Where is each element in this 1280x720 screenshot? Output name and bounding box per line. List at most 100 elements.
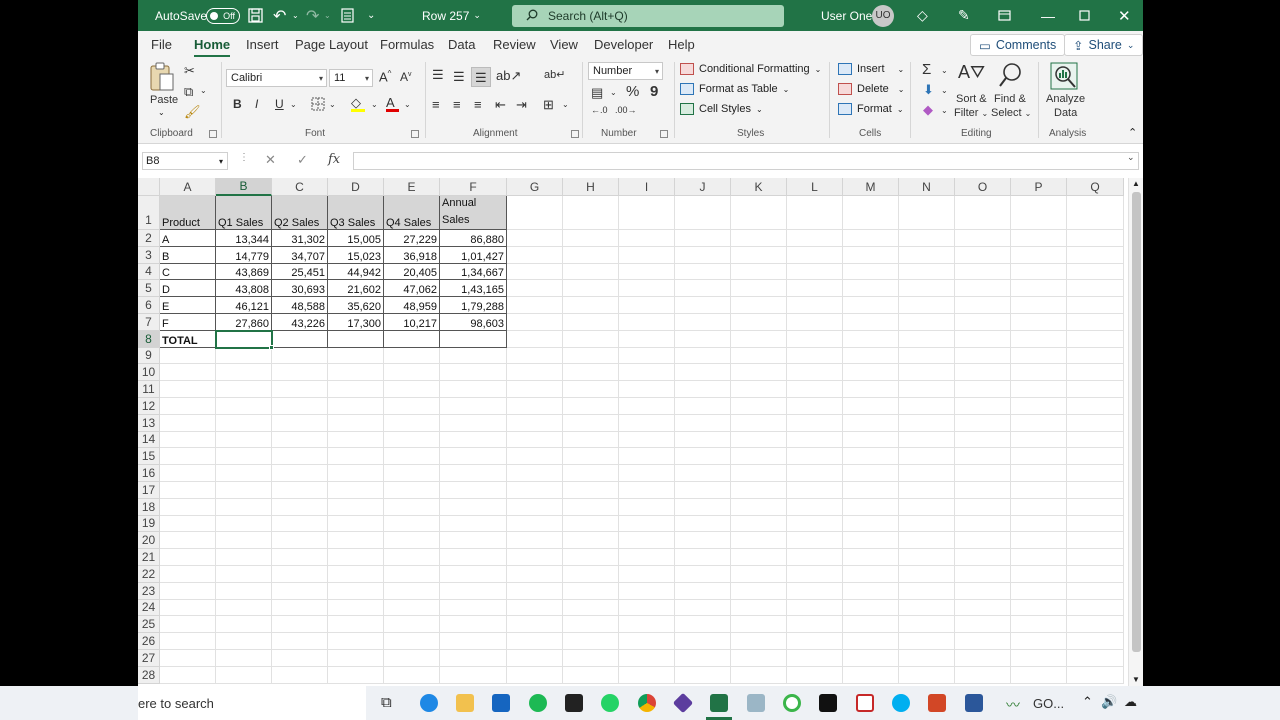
grid-cell[interactable] <box>843 448 899 466</box>
row-header[interactable]: 6 <box>138 297 160 314</box>
grid-cell[interactable] <box>787 297 843 314</box>
align-bottom-icon[interactable]: ☰ <box>471 67 491 87</box>
grid-cell[interactable] <box>731 498 787 516</box>
grid-cell[interactable] <box>1067 566 1124 583</box>
grid-cell[interactable] <box>328 448 384 466</box>
grid-cell[interactable] <box>843 381 899 398</box>
collapse-ribbon-icon[interactable]: ⌃ <box>1128 126 1137 139</box>
grid-cell[interactable] <box>619 599 675 617</box>
bold-button[interactable]: B <box>233 98 242 110</box>
stock-icon[interactable]: 〰 <box>1006 695 1020 715</box>
table-cell[interactable]: E <box>160 297 216 314</box>
grid-cell[interactable] <box>563 633 619 650</box>
grid-cell[interactable] <box>160 465 216 482</box>
word-icon[interactable] <box>965 694 983 712</box>
grid-cell[interactable] <box>1067 515 1124 533</box>
grid-cell[interactable] <box>955 330 1011 348</box>
table-cell[interactable]: 31,302 <box>272 230 328 247</box>
grid-cell[interactable] <box>675 364 731 382</box>
grid-cell[interactable] <box>619 532 675 550</box>
grid-cell[interactable] <box>955 616 1011 634</box>
grid-cell[interactable] <box>563 498 619 516</box>
find-select-label-1[interactable]: Find & <box>994 93 1026 105</box>
row-header[interactable]: 20 <box>138 532 160 550</box>
grid-cell[interactable] <box>563 599 619 617</box>
tab-developer[interactable]: Developer <box>594 37 653 52</box>
grid-cell[interactable] <box>955 297 1011 314</box>
grid-cell[interactable] <box>1067 230 1124 247</box>
maximize-icon[interactable] <box>1079 0 1090 31</box>
grid-cell[interactable] <box>160 364 216 382</box>
column-header[interactable]: E <box>384 178 440 196</box>
grid-cell[interactable] <box>563 666 619 684</box>
merge-center-icon[interactable]: ⊞ <box>543 98 554 111</box>
grid-cell[interactable] <box>619 263 675 281</box>
table-header-cell[interactable]: Q3 Sales <box>328 196 384 230</box>
paste-label[interactable]: Paste <box>150 94 178 106</box>
grid-cell[interactable] <box>731 566 787 583</box>
grid-cell[interactable] <box>563 381 619 398</box>
grid-cell[interactable] <box>1067 314 1124 331</box>
grid-cell[interactable] <box>328 515 384 533</box>
grid-cell[interactable] <box>216 566 272 583</box>
grid-cell[interactable] <box>675 515 731 533</box>
grid-cell[interactable] <box>507 515 563 533</box>
grid-cell[interactable] <box>563 414 619 432</box>
redo-icon[interactable]: ↷ <box>306 0 319 31</box>
shrink-font-icon[interactable]: Av <box>400 71 412 83</box>
grid-cell[interactable] <box>1067 448 1124 466</box>
grid-cell[interactable] <box>563 448 619 466</box>
grid-cell[interactable] <box>843 566 899 583</box>
grid-cell[interactable] <box>1067 196 1124 230</box>
table-cell[interactable]: 98,603 <box>440 314 507 331</box>
grid-cell[interactable] <box>619 381 675 398</box>
grid-cell[interactable] <box>1067 246 1124 264</box>
tab-help[interactable]: Help <box>668 37 695 52</box>
decrease-decimal-icon[interactable]: .00→ <box>615 106 637 115</box>
number-launcher-icon[interactable] <box>660 130 668 138</box>
row-header[interactable]: 4 <box>138 263 160 281</box>
grid-cell[interactable] <box>160 566 216 583</box>
grid-cell[interactable] <box>843 616 899 634</box>
grid-cell[interactable] <box>328 599 384 617</box>
grid-cell[interactable] <box>272 465 328 482</box>
table-cell[interactable]: 15,023 <box>328 246 384 264</box>
row-header[interactable]: 9 <box>138 347 160 365</box>
task-view-icon[interactable]: ⧉ <box>381 694 392 711</box>
chrome-icon[interactable] <box>638 694 656 712</box>
grid-cell[interactable] <box>384 465 440 482</box>
grid-cell[interactable] <box>1011 263 1067 281</box>
minimize-icon[interactable]: — <box>1041 0 1055 31</box>
comments-button[interactable]: ▭ Comments <box>970 34 1066 56</box>
grid-cell[interactable] <box>899 549 955 566</box>
cell-styles-button[interactable]: Cell Styles ⌄ <box>680 103 763 115</box>
grid-cell[interactable] <box>216 650 272 667</box>
grid-cell[interactable] <box>328 498 384 516</box>
table-cell[interactable]: 86,880 <box>440 230 507 247</box>
grid-cell[interactable] <box>160 381 216 398</box>
grid-cell[interactable] <box>843 347 899 365</box>
sort-filter-icon[interactable]: A⛛ <box>958 63 985 81</box>
name-box[interactable]: B8 ▾ <box>142 152 228 170</box>
grid-cell[interactable] <box>731 347 787 365</box>
grid-cell[interactable] <box>328 364 384 382</box>
fill-icon[interactable]: ⬇ <box>923 83 934 96</box>
grid-cell[interactable] <box>563 196 619 230</box>
grid-cell[interactable] <box>1067 347 1124 365</box>
grid-cell[interactable] <box>675 616 731 634</box>
grid-cell[interactable] <box>440 532 507 550</box>
form-icon[interactable] <box>341 0 354 31</box>
grid-cell[interactable] <box>843 549 899 566</box>
grid-cell[interactable] <box>843 633 899 650</box>
paste-dropdown-icon[interactable]: ⌄ <box>158 108 165 117</box>
clear-icon[interactable]: ◆ <box>923 103 933 116</box>
grid-cell[interactable] <box>563 650 619 667</box>
grid-cell[interactable] <box>160 582 216 600</box>
grid-cell[interactable] <box>328 381 384 398</box>
grid-cell[interactable] <box>1067 498 1124 516</box>
grid-cell[interactable] <box>787 465 843 482</box>
grid-cell[interactable] <box>731 448 787 466</box>
grid-cell[interactable] <box>507 297 563 314</box>
grid-cell[interactable] <box>787 448 843 466</box>
terminal-icon[interactable] <box>819 694 837 712</box>
